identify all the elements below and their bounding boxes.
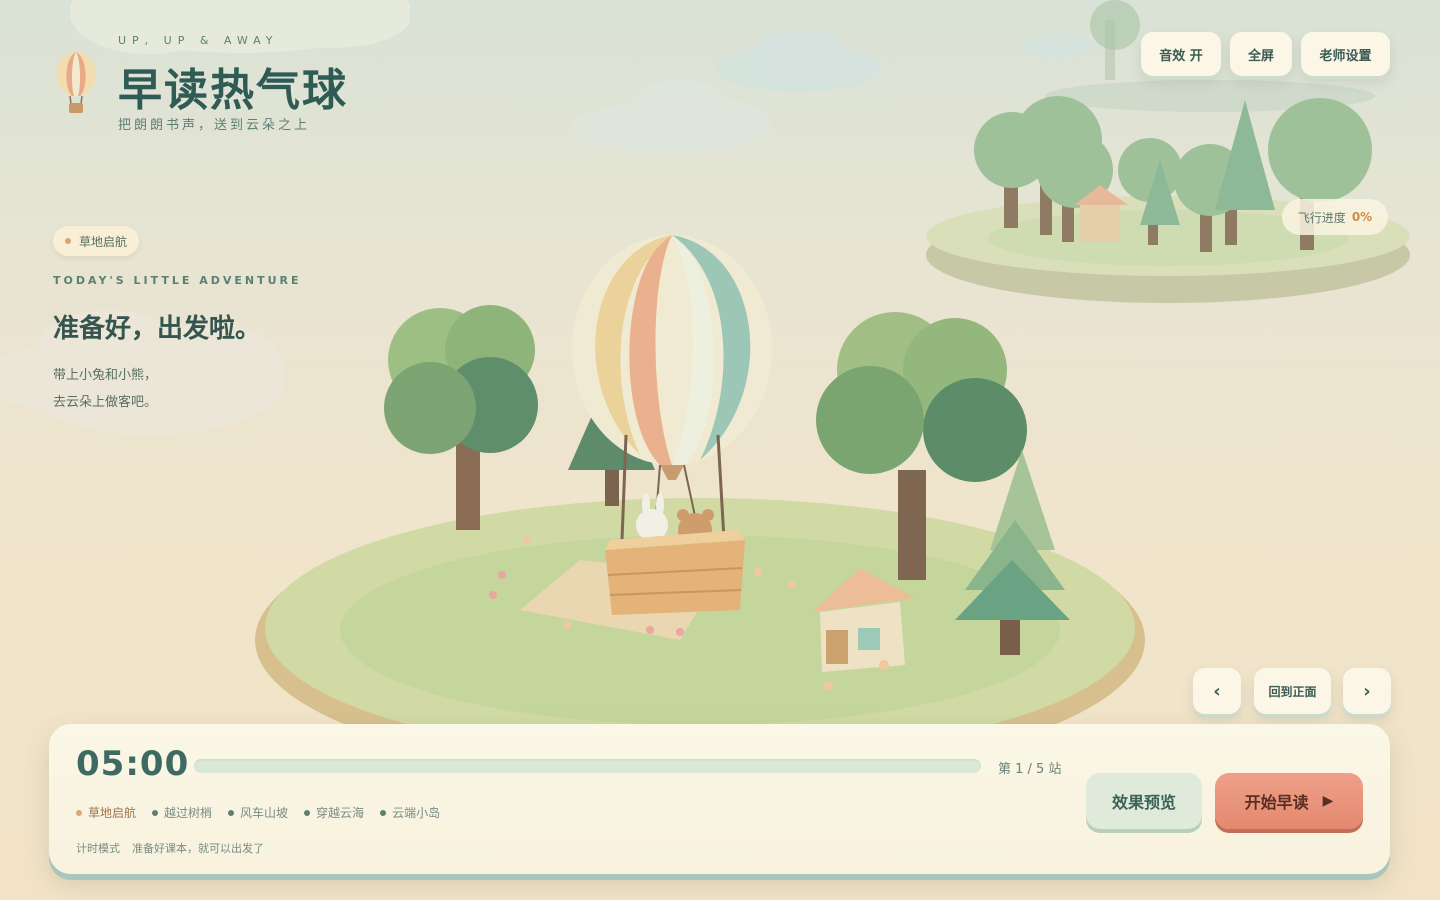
- start-reading-label: 开始早读: [1244, 793, 1309, 812]
- sound-toggle-button[interactable]: 音效 开: [1141, 32, 1221, 76]
- station-dot-icon: [380, 809, 387, 816]
- station-item: 越过树梢: [152, 804, 212, 821]
- cloud-blue: [716, 30, 880, 92]
- station-item: 风车山坡: [228, 804, 288, 821]
- station-label: 草地启航: [88, 806, 137, 820]
- flight-progress-value: 0%: [1351, 210, 1373, 224]
- station-item: 云端小岛: [380, 804, 440, 821]
- adventure-line-1: 带上小兔和小熊，: [53, 368, 158, 383]
- stage-tag: 草地启航: [53, 226, 140, 256]
- app-title: 早读热气球: [118, 65, 348, 116]
- mode-hint: 准备好课本，就可以出发了: [132, 842, 264, 855]
- cloud-blue-small: [1024, 34, 1096, 58]
- teacher-settings-button[interactable]: 老师设置: [1301, 32, 1390, 76]
- mode-label: 计时模式: [76, 842, 120, 855]
- start-reading-button[interactable]: 开始早读 ▶: [1215, 773, 1363, 829]
- app-subtitle: 把朗朗书声，送到云朵之上: [118, 118, 311, 133]
- play-icon: ▶: [1322, 793, 1334, 809]
- preview-button[interactable]: 效果预览: [1086, 773, 1202, 829]
- control-panel: 05:00 第 1 / 5 站 草地启航 越过树梢 风车山坡 穿越云海 云端小岛…: [49, 724, 1390, 874]
- station-label: 越过树梢: [164, 806, 213, 820]
- flight-progress-label: 飞行进度: [1297, 210, 1346, 225]
- station-item: 草地启航: [76, 804, 136, 821]
- fullscreen-button[interactable]: 全屏: [1230, 32, 1292, 76]
- station-list: 草地启航 越过树梢 风车山坡 穿越云海 云端小岛: [76, 804, 440, 821]
- cloud-mid: [570, 80, 770, 154]
- left-tree: [384, 305, 538, 530]
- scene: UP, UP & AWAY 早读热气球 把朗朗书声，送到云朵之上 音效 开 全屏…: [0, 0, 1440, 900]
- next-view-button[interactable]: ›: [1343, 668, 1391, 714]
- station-label: 云端小岛: [392, 806, 441, 820]
- station-dot-icon: [152, 809, 159, 816]
- station-dot-icon: [304, 809, 311, 816]
- countdown-timer: 05:00: [76, 744, 190, 784]
- station-count: 第 1 / 5 站: [998, 762, 1062, 777]
- brand-kicker: UP, UP & AWAY: [118, 34, 279, 47]
- adventure-line-2: 去云朵上做客吧。: [53, 395, 158, 410]
- station-dot-icon: [76, 809, 82, 816]
- station-label: 风车山坡: [240, 806, 289, 820]
- station-dot-icon: [228, 809, 235, 816]
- station-item: 穿越云海: [304, 804, 364, 821]
- mode-line: 计时模式 准备好课本，就可以出发了: [76, 840, 264, 856]
- prev-view-button[interactable]: ‹: [1193, 668, 1241, 714]
- adventure-kicker: TODAY'S LITTLE ADVENTURE: [53, 274, 302, 287]
- flight-progress-badge: 飞行进度 0%: [1282, 199, 1388, 235]
- balloon-logo-icon: [56, 52, 96, 113]
- reading-progress-bar: [194, 759, 981, 773]
- stage-dot-icon: [65, 238, 71, 244]
- reset-view-button[interactable]: 回到正面: [1254, 668, 1331, 714]
- adventure-title: 准备好，出发啦。: [53, 314, 262, 344]
- station-label: 穿越云海: [316, 806, 365, 820]
- stage-tag-label: 草地启航: [79, 234, 128, 249]
